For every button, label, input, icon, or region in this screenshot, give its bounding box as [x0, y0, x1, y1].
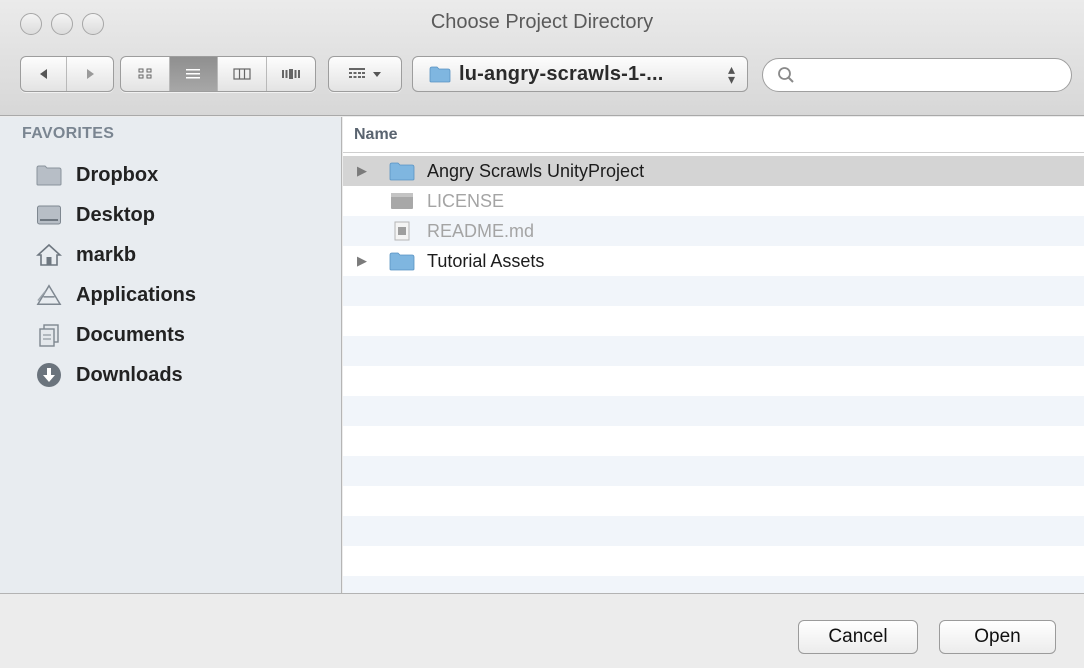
file-row-readme[interactable]: ▶ README.md — [343, 216, 1084, 246]
forward-button[interactable] — [67, 57, 113, 91]
sidebar-item-label: Documents — [76, 323, 185, 346]
folder-icon — [429, 66, 451, 82]
file-name: LICENSE — [427, 190, 505, 211]
search-icon — [778, 67, 794, 83]
column-view-button[interactable] — [218, 57, 267, 91]
arrange-grid-icon — [349, 68, 365, 78]
empty-row — [343, 456, 1084, 486]
folder-icon — [389, 251, 415, 271]
icon-view-icon — [138, 68, 152, 79]
generic-file-icon — [389, 191, 415, 211]
file-row-tutorial-assets[interactable]: ▶ Tutorial Assets — [343, 246, 1084, 276]
forward-arrow-icon — [87, 69, 94, 79]
updown-arrows-icon: ▴ ▾ — [727, 61, 735, 87]
sidebar-item-downloads[interactable]: Downloads — [0, 355, 342, 395]
title-bar: Choose Project Directory lu-angry-scrawl… — [0, 0, 1084, 116]
folder-icon — [36, 162, 62, 188]
column-view-icon — [233, 68, 251, 80]
empty-row — [343, 426, 1084, 456]
chevron-down-icon — [373, 72, 381, 77]
sidebar-item-label: markb — [76, 243, 137, 266]
empty-row — [343, 366, 1084, 396]
sidebar: FAVORITES Dropbox Desktop markb Applicat… — [0, 117, 342, 593]
sidebar-item-dropbox[interactable]: Dropbox — [0, 155, 342, 195]
arrange-menu-content — [329, 57, 401, 91]
file-list: Name ▶ Angry Scrawls UnityProject ▶ LICE… — [343, 117, 1084, 593]
view-mode-control — [120, 56, 316, 92]
toolbar: lu-angry-scrawls-1-... ▴ ▾ — [20, 56, 1080, 96]
dialog-button-bar: Cancel Open — [0, 593, 1084, 668]
file-row-license[interactable]: ▶ LICENSE — [343, 186, 1084, 216]
file-name: Tutorial Assets — [427, 250, 545, 271]
cover-flow-view-button[interactable] — [267, 57, 316, 91]
empty-row — [343, 576, 1084, 593]
cover-flow-icon — [281, 69, 300, 79]
window-title: Choose Project Directory — [430, 11, 654, 33]
downloads-icon — [36, 362, 62, 388]
sidebar-item-applications[interactable]: Applications — [0, 275, 342, 315]
search-input[interactable] — [801, 66, 1061, 84]
list-view-button[interactable] — [169, 57, 218, 91]
search-field[interactable] — [762, 58, 1072, 92]
folder-icon — [389, 161, 415, 181]
file-name: Angry Scrawls UnityProject — [427, 160, 645, 181]
empty-row — [343, 336, 1084, 366]
empty-row — [343, 516, 1084, 546]
icon-view-button[interactable] — [121, 57, 170, 91]
sidebar-item-desktop[interactable]: Desktop — [0, 195, 342, 235]
empty-row — [343, 546, 1084, 576]
sidebar-item-label: Dropbox — [76, 163, 159, 186]
path-popup-button[interactable]: lu-angry-scrawls-1-... ▴ ▾ — [412, 56, 748, 92]
sidebar-item-markb[interactable]: markb — [0, 235, 342, 275]
back-button[interactable] — [21, 57, 68, 91]
sidebar-item-label: Applications — [76, 283, 197, 306]
file-rows: ▶ Angry Scrawls UnityProject ▶ LICENSE ▶… — [343, 156, 1084, 593]
desktop-icon — [36, 202, 62, 228]
home-icon — [36, 242, 62, 268]
disclosure-triangle-icon[interactable]: ▶ — [357, 163, 371, 179]
arrange-menu-button[interactable] — [328, 56, 402, 92]
sidebar-item-documents[interactable]: Documents — [0, 315, 342, 355]
path-popup-label: lu-angry-scrawls-1-... — [459, 62, 664, 85]
column-header-name[interactable]: Name — [343, 117, 1084, 153]
sidebar-item-label: Downloads — [76, 363, 183, 386]
sidebar-section-title: FAVORITES — [22, 125, 115, 142]
disclosure-triangle-icon[interactable]: ▶ — [357, 253, 371, 269]
empty-row — [343, 396, 1084, 426]
empty-row — [343, 276, 1084, 306]
favorites-list: Dropbox Desktop markb Applications Docum… — [0, 155, 342, 395]
empty-row — [343, 486, 1084, 516]
file-row-angry-scrawls-unityproject[interactable]: ▶ Angry Scrawls UnityProject — [343, 156, 1084, 186]
documents-icon — [36, 322, 62, 348]
sidebar-item-label: Desktop — [76, 203, 155, 226]
document-icon — [389, 221, 415, 241]
column-header-label: Name — [354, 125, 398, 143]
back-arrow-icon — [39, 69, 47, 79]
applications-icon — [36, 282, 62, 308]
file-name: README.md — [427, 220, 535, 241]
cancel-button[interactable]: Cancel — [798, 620, 918, 654]
back-forward-control — [20, 56, 114, 92]
empty-row — [343, 306, 1084, 336]
list-view-icon — [186, 69, 201, 79]
open-button[interactable]: Open — [939, 620, 1056, 654]
